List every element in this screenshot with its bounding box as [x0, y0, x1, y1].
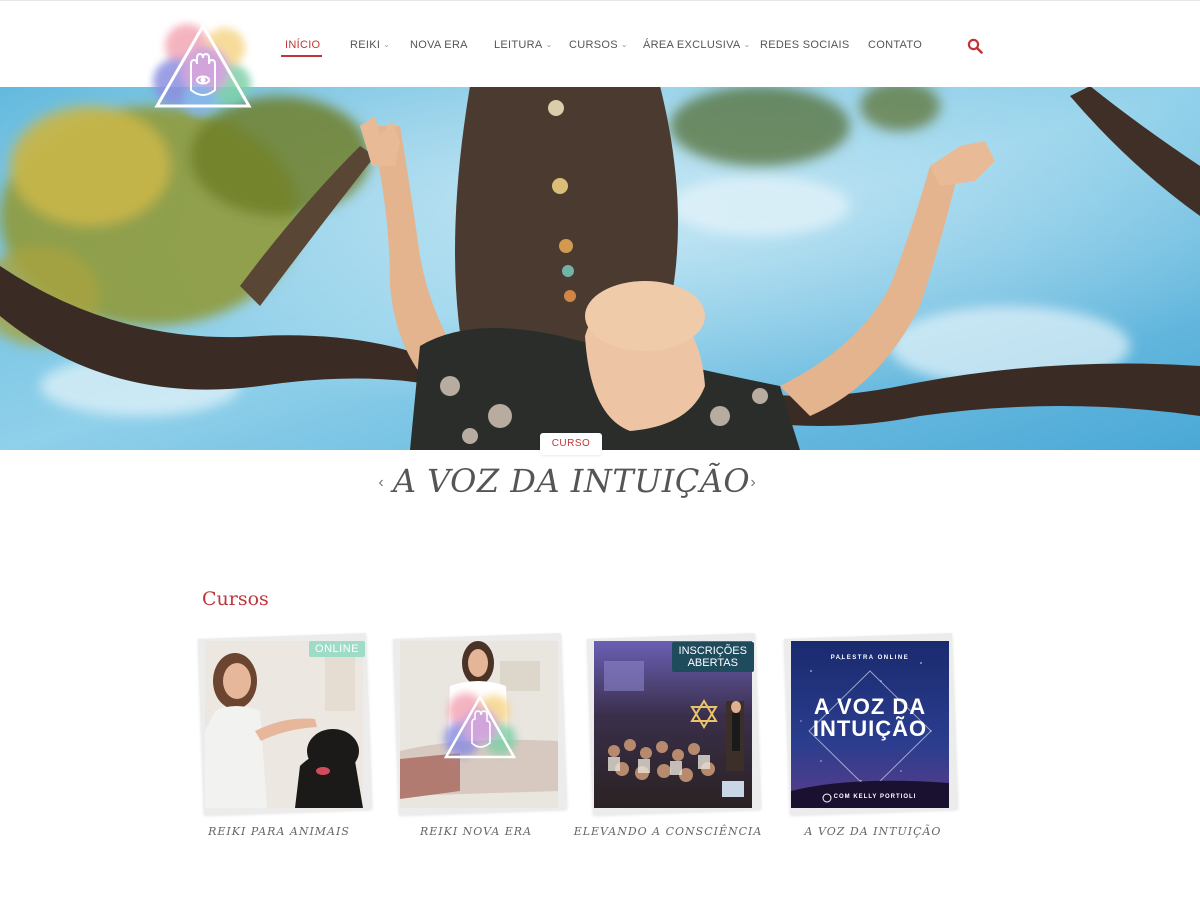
nav-item-label: LEITURA — [494, 39, 543, 51]
hero-category-badge: CURSO — [540, 433, 602, 455]
course-card-elevando-a-consciencia[interactable]: INSCRIÇÕES ABERTAS — [586, 633, 762, 815]
nav-item-redes-sociais[interactable]: REDES SOCIAIS — [760, 39, 849, 51]
nav-item-nova-era[interactable]: NOVA ERA — [410, 39, 468, 51]
nav-item-cursos[interactable]: CURSOS ⌄ — [569, 39, 628, 51]
nav-item-leitura[interactable]: LEITURA ⌄ — [494, 39, 553, 51]
courses-section-title: Cursos — [202, 588, 269, 610]
search-icon[interactable] — [967, 38, 983, 54]
active-nav-underline — [281, 55, 322, 57]
course-image — [205, 641, 363, 808]
chevron-down-icon: ⌄ — [743, 40, 751, 49]
nav-item-reiki[interactable]: REIKI ⌄ — [350, 39, 390, 51]
tag-line: INSCRIÇÕES — [678, 645, 747, 657]
poster-bottom-text: COM KELLY PORTIOLI — [833, 794, 917, 800]
nav-item-label: ÁREA EXCLUSIVA — [643, 39, 741, 51]
course-card-label[interactable]: REIKI NOVA ERA — [381, 825, 571, 838]
site-logo[interactable] — [147, 18, 259, 120]
course-image: PALESTRA ONLINE A VOZ DA INTUIÇÃO COM KE… — [791, 641, 949, 808]
nav-item-inicio[interactable]: INÍCIO — [285, 39, 320, 51]
nav-item-label: CURSOS — [569, 39, 618, 51]
course-card-reiki-nova-era[interactable] — [392, 633, 568, 815]
course-card-a-voz-da-intuicao[interactable]: PALESTRA ONLINE A VOZ DA INTUIÇÃO COM KE… — [783, 633, 959, 815]
hero-slider-image — [0, 86, 1200, 450]
nav-item-contato[interactable]: CONTATO — [868, 39, 922, 51]
poster-title-line1: A VOZ DA — [813, 694, 927, 719]
course-card-label[interactable]: REIKI PARA ANIMAIS — [184, 825, 374, 838]
chevron-right-icon[interactable]: › — [745, 474, 761, 492]
chevron-down-icon: ⌄ — [545, 40, 553, 49]
online-tag: ONLINE — [309, 641, 365, 657]
registration-open-tag: INSCRIÇÕES ABERTAS — [671, 642, 754, 672]
poster-top-text: PALESTRA ONLINE — [830, 655, 910, 661]
nav-item-label: REIKI — [350, 39, 381, 51]
course-card-label[interactable]: ELEVANDO A CONSCIÊNCIA — [573, 825, 763, 838]
chevron-down-icon: ⌄ — [620, 40, 628, 49]
tag-line: ABERTAS — [687, 657, 738, 669]
nav-item-area-exclusiva[interactable]: ÁREA EXCLUSIVA ⌄ — [643, 39, 751, 51]
course-image — [400, 641, 558, 808]
poster-title-line2: INTUIÇÃO — [812, 716, 928, 741]
chevron-down-icon: ⌄ — [383, 40, 391, 49]
hero-title: A VOZ DA INTUIÇÃO — [392, 462, 751, 500]
course-card-reiki-para-animais[interactable]: ONLINE — [197, 633, 373, 815]
course-card-label[interactable]: A VOZ DA INTUIÇÃO — [778, 825, 968, 838]
